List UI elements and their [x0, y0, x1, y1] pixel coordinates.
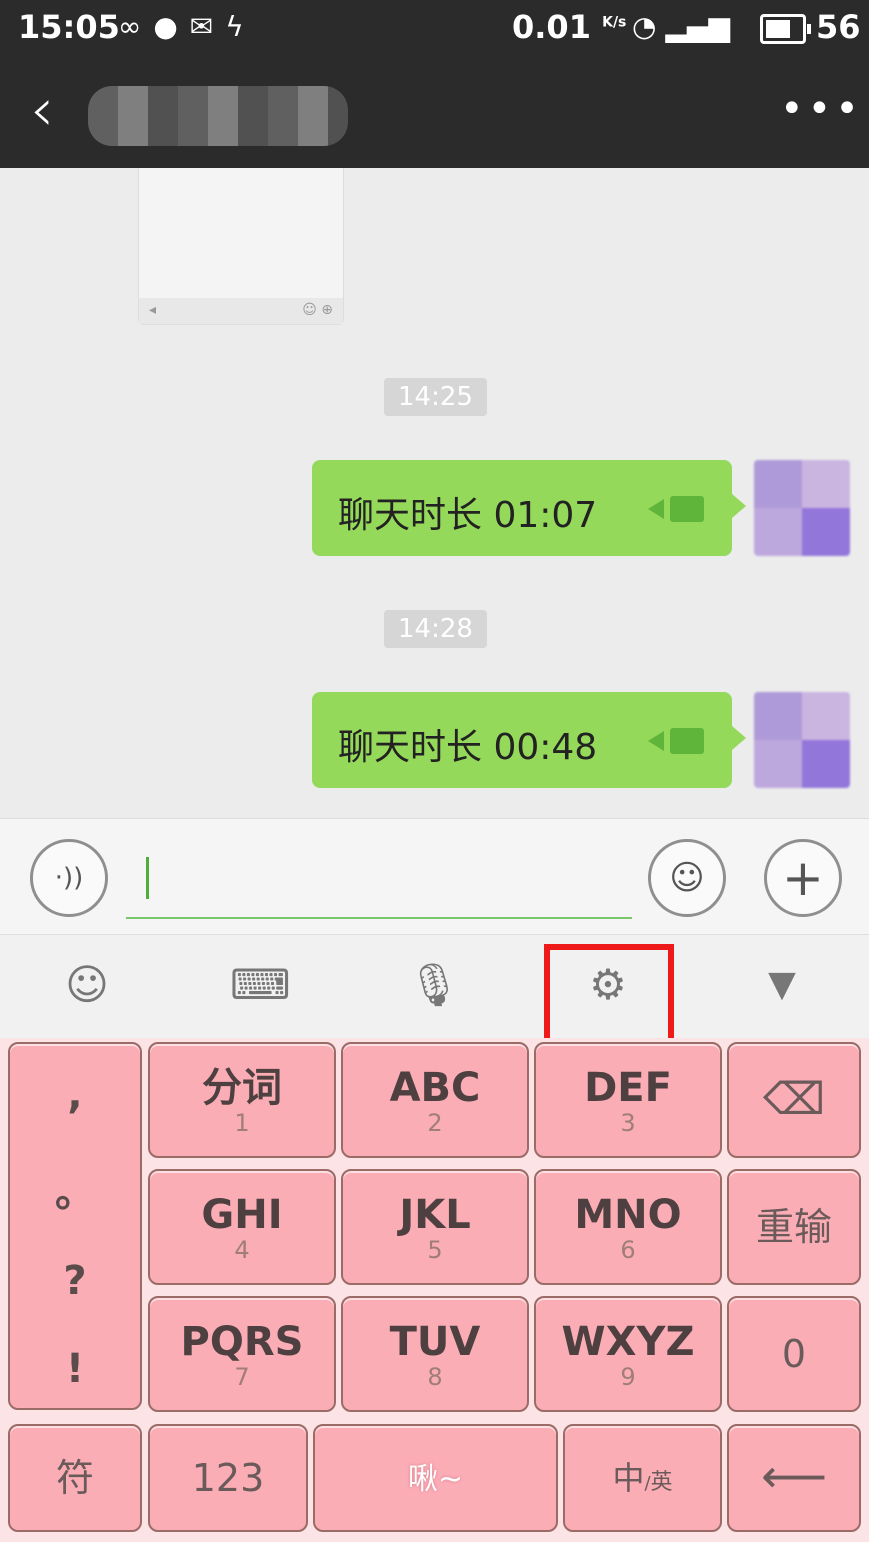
backspace-icon: ⌫: [762, 1074, 826, 1125]
timestamp-2: 14:28: [384, 610, 487, 648]
punctuation-key[interactable]: , 。 ? !: [8, 1042, 142, 1410]
key-digit: 4: [234, 1236, 250, 1264]
message-input-row: ·)) ☺ +: [0, 818, 869, 935]
key-label: PQRS: [180, 1319, 304, 1365]
status-right-icons: ◔ ▂▄▆: [632, 10, 730, 43]
collapse-icon[interactable]: ▼: [752, 955, 812, 1015]
battery-level: 56: [816, 8, 861, 46]
avatar[interactable]: [754, 692, 850, 788]
bolt-icon: ϟ: [225, 10, 256, 43]
battery-icon: [760, 14, 811, 44]
emoji-button[interactable]: ☺: [648, 839, 726, 917]
timestamp-pill: 14:25: [384, 378, 487, 416]
key-5[interactable]: JKL 5: [341, 1169, 529, 1285]
key-label: GHI: [201, 1192, 283, 1238]
key-label: JKL: [399, 1192, 471, 1238]
more-icon[interactable]: •••: [780, 86, 863, 132]
timestamp-1: 14:25: [384, 378, 487, 416]
key-2[interactable]: ABC 2: [341, 1042, 529, 1158]
key-label: 分词: [202, 1065, 282, 1111]
emoji-icon[interactable]: ☺: [57, 955, 117, 1015]
key-digit: 7: [234, 1363, 250, 1391]
key-digit: 6: [620, 1236, 636, 1264]
video-call-icon: [648, 496, 704, 522]
message-bubble[interactable]: 聊天时长 01:07: [312, 460, 746, 556]
key-digit: 1: [234, 1109, 250, 1137]
chat-header: ‹ •••: [0, 58, 869, 168]
key-label: WXYZ: [561, 1319, 695, 1365]
status-left-icons: ∞●✉ϟ: [118, 10, 256, 43]
highlight-box: [544, 944, 674, 1048]
ime-toolbar: ☺ ⌨ 🎙 ⚙ ▼: [0, 934, 869, 1039]
reaction-icons: ☺ ⊕: [302, 302, 333, 318]
language-toggle-key[interactable]: 中/英: [563, 1424, 722, 1532]
enter-icon: ⟵: [761, 1449, 827, 1503]
previous-message-card[interactable]: ◂ ☺ ⊕: [138, 168, 344, 325]
net-speed-unit: K/s: [602, 14, 627, 31]
key-0[interactable]: 0: [727, 1296, 861, 1412]
reinput-key[interactable]: 重输: [727, 1169, 861, 1285]
key-label: 啾~: [407, 1462, 464, 1497]
t9-keyboard: , 。 ? ! 分词 1 ABC 2 DEF 3 ⌫ GHI 4 JKL 5 M…: [0, 1038, 869, 1542]
punct-comma: ,: [67, 1072, 83, 1118]
message-bubble[interactable]: 聊天时长 00:48: [312, 692, 746, 788]
punct-exclaim: !: [65, 1346, 85, 1392]
key-8[interactable]: TUV 8: [341, 1296, 529, 1412]
play-icon: ◂: [149, 302, 157, 318]
key-label: TUV: [389, 1319, 481, 1365]
key-digit: 8: [427, 1363, 443, 1391]
key-label: 0: [781, 1332, 807, 1376]
lang-main: 中: [612, 1459, 645, 1497]
avatar[interactable]: [754, 460, 850, 556]
text-cursor: [146, 857, 149, 899]
plus-button[interactable]: +: [764, 839, 842, 917]
key-label: ABC: [389, 1065, 481, 1111]
space-key[interactable]: 啾~: [313, 1424, 558, 1532]
mail-icon: ✉: [189, 10, 226, 43]
back-icon[interactable]: ‹: [30, 80, 54, 140]
key-digit: 2: [427, 1109, 443, 1137]
key-1[interactable]: 分词 1: [148, 1042, 336, 1158]
numbers-key[interactable]: 123: [148, 1424, 308, 1532]
net-speed: 0.01 K/s: [512, 8, 626, 46]
key-6[interactable]: MNO 6: [534, 1169, 722, 1285]
infinity-icon: ∞: [118, 10, 154, 43]
signal-3g-icon: ▂▄▆: [665, 10, 730, 43]
enter-key[interactable]: ⟵: [727, 1424, 861, 1532]
chat-icon: ●: [153, 10, 190, 43]
key-label: MNO: [574, 1192, 682, 1238]
symbols-key[interactable]: 符: [8, 1424, 142, 1532]
voice-toggle-button[interactable]: ·)): [30, 839, 108, 917]
punct-period: 。: [55, 1170, 95, 1216]
key-digit: 5: [427, 1236, 443, 1264]
microphone-icon[interactable]: 🎙: [404, 955, 464, 1015]
message-input[interactable]: [126, 839, 632, 919]
backspace-key[interactable]: ⌫: [727, 1042, 861, 1158]
message-text: 聊天时长 00:48: [338, 727, 598, 768]
lang-alt: 英: [650, 1470, 673, 1495]
key-digit: 9: [620, 1363, 636, 1391]
message-text: 聊天时长 01:07: [338, 495, 598, 536]
net-speed-value: 0.01: [512, 8, 591, 46]
chat-area[interactable]: ◂ ☺ ⊕ 14:25 聊天时长 01:07 14:28 聊天时长 00:48: [0, 168, 869, 818]
key-9[interactable]: WXYZ 9: [534, 1296, 722, 1412]
key-digit: 3: [620, 1109, 636, 1137]
punct-question: ?: [63, 1258, 87, 1304]
language-toggle-label: 中/英: [565, 1458, 720, 1504]
keyboard-icon[interactable]: ⌨: [230, 955, 291, 1015]
key-label: 重输: [755, 1205, 832, 1249]
key-label: 123: [191, 1456, 265, 1500]
timestamp-pill: 14:28: [384, 610, 487, 648]
previous-message-card-footer: ◂ ☺ ⊕: [139, 298, 343, 324]
key-label: 符: [55, 1456, 94, 1500]
key-label: DEF: [584, 1065, 672, 1111]
video-call-icon: [648, 728, 704, 754]
key-7[interactable]: PQRS 7: [148, 1296, 336, 1412]
key-3[interactable]: DEF 3: [534, 1042, 722, 1158]
key-4[interactable]: GHI 4: [148, 1169, 336, 1285]
wifi-icon: ◔: [632, 10, 657, 43]
status-time: 15:05: [18, 8, 120, 46]
status-bar: 15:05 ∞●✉ϟ 0.01 K/s ◔ ▂▄▆ 56: [0, 0, 869, 58]
contact-name-blurred: [88, 86, 348, 146]
